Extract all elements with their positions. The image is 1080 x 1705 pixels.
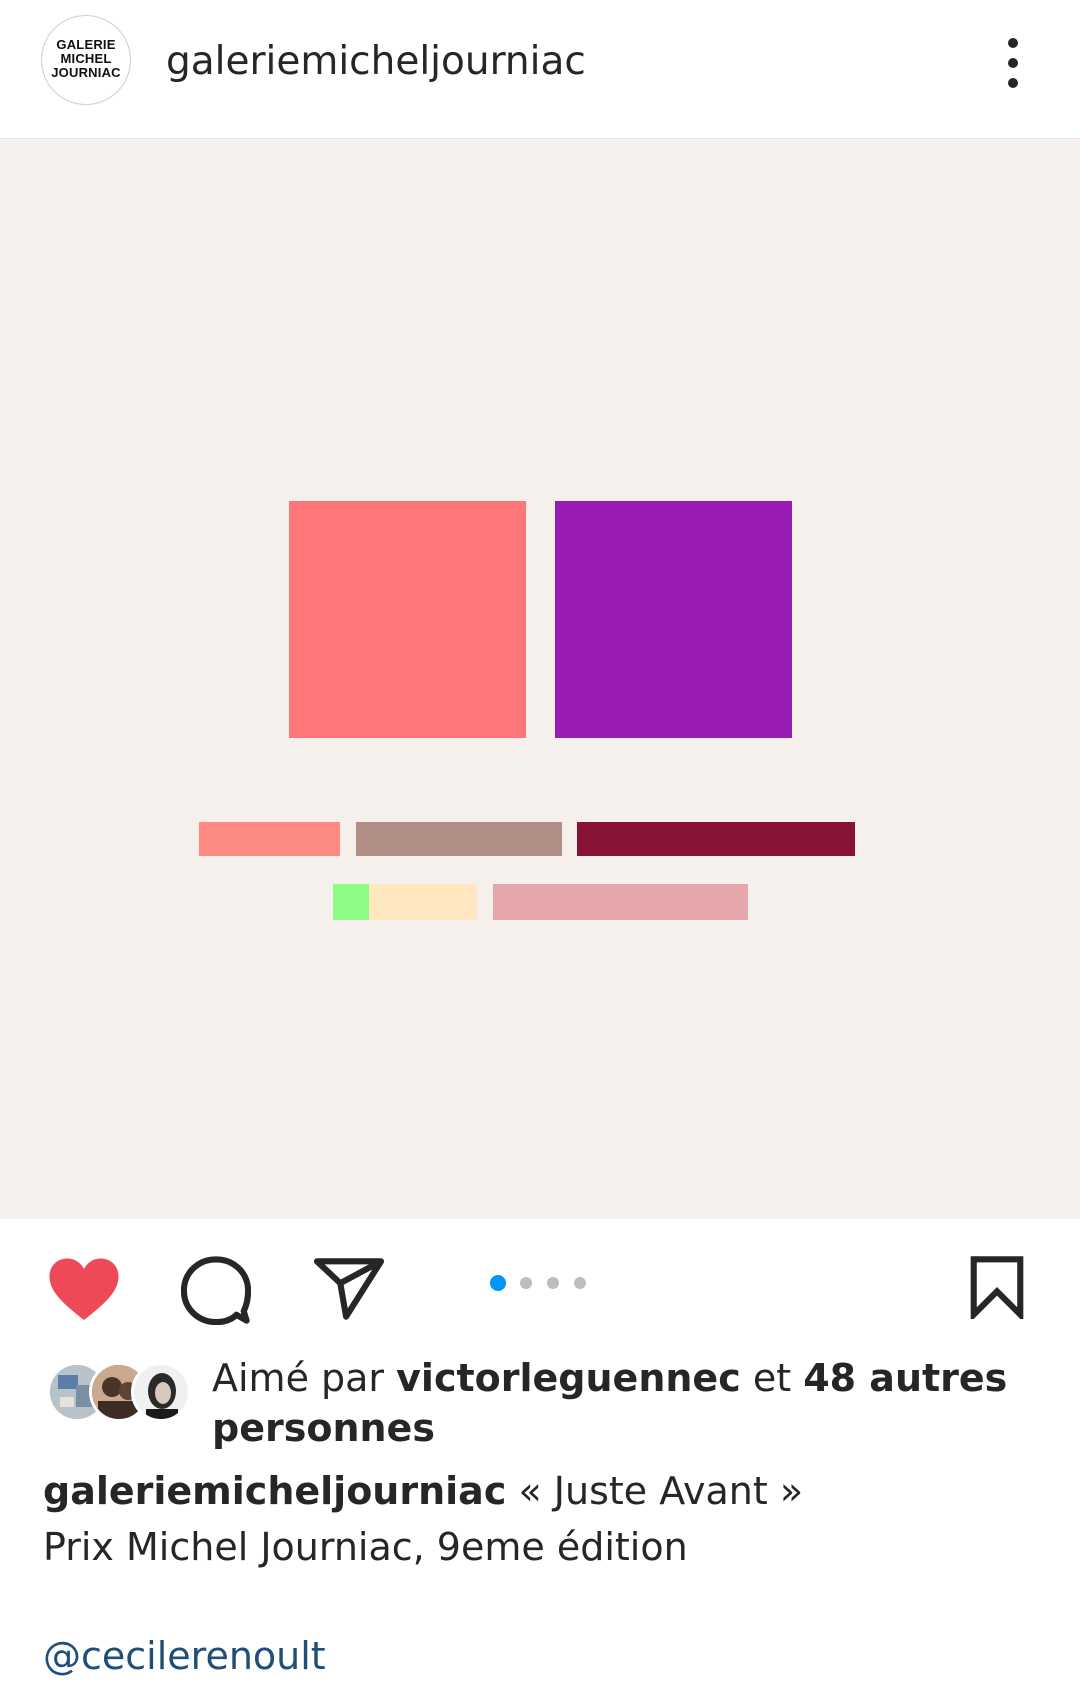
color-block-salmon-bar <box>199 822 340 856</box>
heart-filled-icon[interactable] <box>48 1257 120 1323</box>
avatar-line-2: MICHEL <box>60 51 112 66</box>
color-block-cream-bar <box>369 884 477 920</box>
carousel-dot-1 <box>490 1275 506 1291</box>
liker-username[interactable]: victorleguennec <box>396 1356 741 1400</box>
carousel-dot-3 <box>547 1277 559 1289</box>
carousel-dot-4 <box>574 1277 586 1289</box>
post-image[interactable] <box>0 139 1080 1219</box>
more-vertical-icon[interactable] <box>998 36 1028 90</box>
caption-username[interactable]: galeriemicheljourniac <box>43 1469 506 1513</box>
color-block-green-bar <box>333 884 369 920</box>
likes-summary[interactable]: Aimé par victorleguennec et 48 autres pe… <box>212 1353 1032 1453</box>
color-block-purple-square <box>555 501 792 738</box>
post-caption: galeriemicheljourniac « Juste Avant » Pr… <box>43 1463 1043 1575</box>
likes-prefix: Aimé par <box>212 1356 385 1400</box>
caption-line-1: « Juste Avant » <box>518 1469 804 1513</box>
color-block-taupe-bar <box>356 822 562 856</box>
liker-avatar-3 <box>131 1362 191 1422</box>
caption-mention-link[interactable]: @cecilerenoult <box>43 1628 326 1684</box>
avatar-line-3: JOURNIAC <box>51 65 121 80</box>
likes-middle: et <box>752 1356 792 1400</box>
post-header: GALERIE MICHEL JOURNIAC galeriemicheljou… <box>0 0 1080 139</box>
caption-line-2: Prix Michel Journiac, 9eme édition <box>43 1525 688 1569</box>
avatar-line-1: GALERIE <box>56 37 116 52</box>
send-icon[interactable] <box>314 1257 384 1321</box>
post-username[interactable]: galeriemicheljourniac <box>166 36 586 88</box>
carousel-dot-2 <box>520 1277 532 1289</box>
color-block-burgundy-bar <box>577 822 855 856</box>
color-block-coral-square <box>289 501 526 738</box>
bookmark-icon[interactable] <box>967 1255 1027 1319</box>
liker-avatars[interactable] <box>47 1362 197 1422</box>
profile-avatar[interactable]: GALERIE MICHEL JOURNIAC <box>41 15 131 105</box>
color-block-pink-bar <box>493 884 748 920</box>
avatar-logo-text: GALERIE MICHEL JOURNIAC <box>42 38 130 80</box>
comment-icon[interactable] <box>181 1255 251 1325</box>
post-actions <box>0 1219 1080 1349</box>
